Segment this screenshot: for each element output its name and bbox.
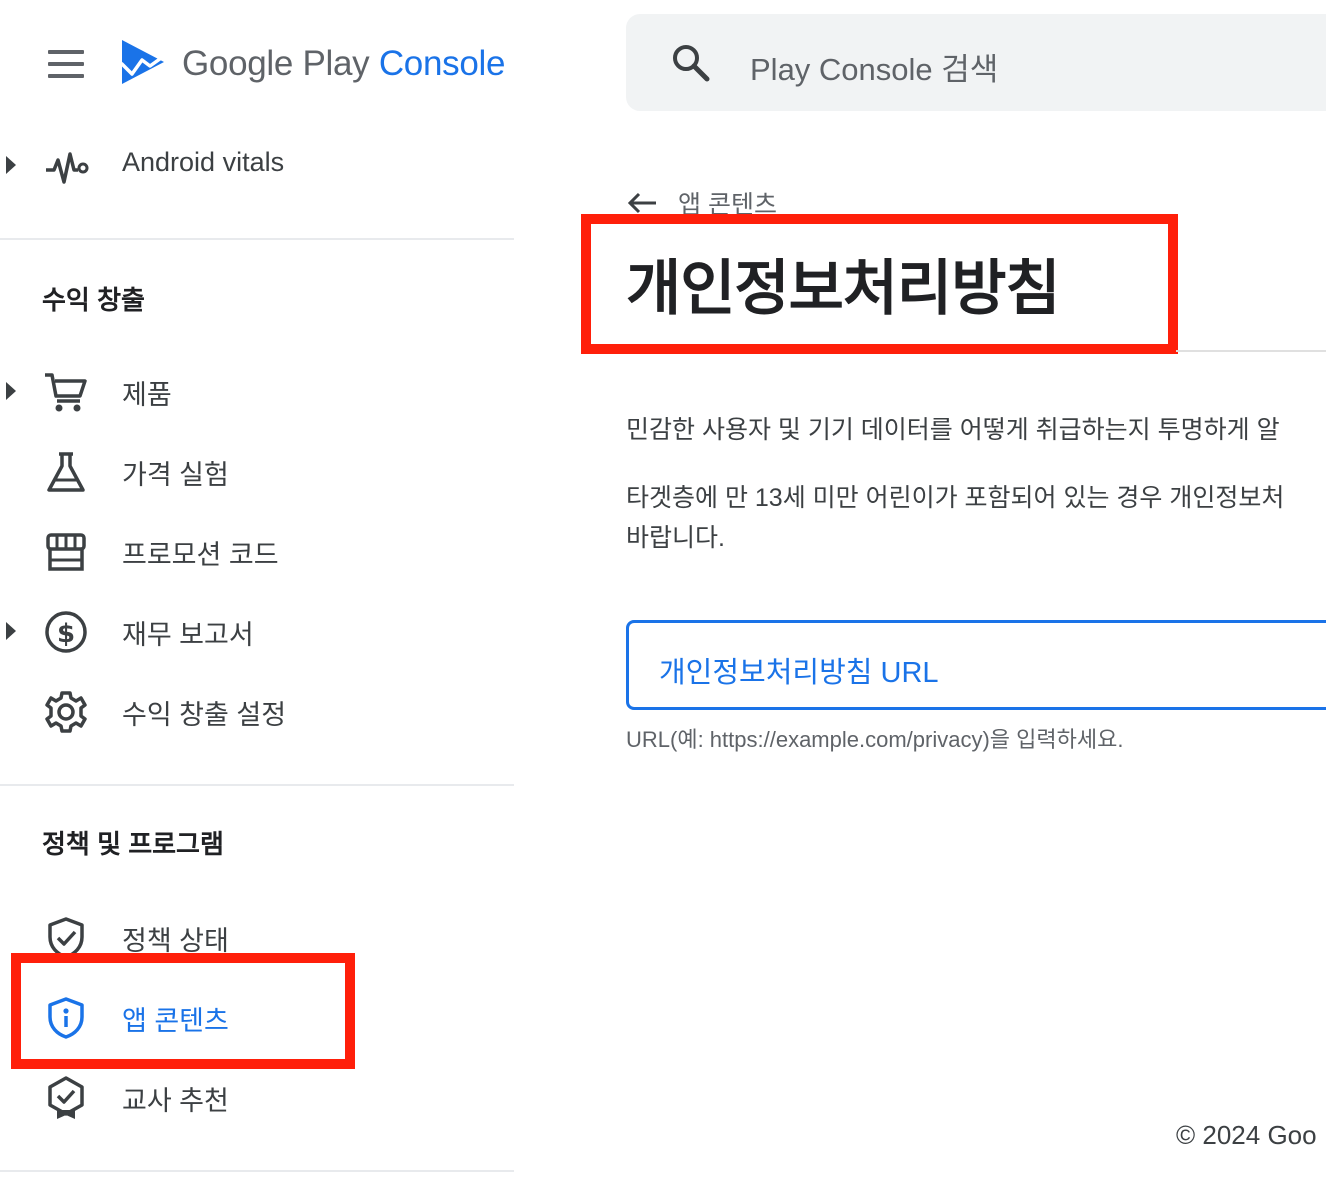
privacy-policy-url-label: 개인정보처리방침 URL [659,657,939,689]
sidebar-item-app-content[interactable]: 앱 콘텐츠 [0,984,514,1050]
children-notice-line2: 바랍니다. [626,524,725,552]
expand-caret-icon[interactable] [6,382,16,400]
sidebar-divider [0,784,514,786]
search-icon [673,45,710,82]
sidebar-item-teacher-approved[interactable]: 교사 추천 [0,1064,514,1130]
sidebar-item-label: 제품 [122,380,172,410]
main-menu-button[interactable] [36,38,96,90]
description-paragraph: 민감한 사용자 및 기기 데이터를 어떻게 취급하는지 투명하게 알 [626,416,1280,444]
app-logo-text[interactable]: Google Play Console [182,40,505,88]
play-console-logo-icon [116,36,168,88]
sidebar-divider [0,1170,514,1172]
sidebar-item-label: 가격 실험 [122,460,229,490]
sidebar-item-products[interactable]: 제품 [0,358,514,424]
gear-icon [45,691,87,733]
title-divider [1176,350,1326,352]
sidebar-item-financial-reports[interactable]: $ 재무 보고서 [0,598,514,664]
shield-check-icon [48,917,84,959]
sidebar-item-price-experiments[interactable]: 가격 실험 [0,438,514,504]
sidebar-item-monetization-settings[interactable]: 수익 창출 설정 [0,678,514,744]
sidebar-item-label: 프로모션 코드 [122,540,279,570]
logo-console: Console [378,44,506,83]
section-title-monetization: 수익 창출 [42,285,145,315]
breadcrumb-link[interactable]: 앱 콘텐츠 [678,185,777,221]
sidebar-item-label: 재무 보고서 [122,620,254,650]
sidebar-item-promo-codes[interactable]: 프로모션 코드 [0,518,514,584]
children-notice-line1: 타겟층에 만 13세 미만 어린이가 포함되어 있는 경우 개인정보처 [626,484,1285,512]
privacy-policy-url-field[interactable]: 개인정보처리방침 URL [626,620,1326,710]
award-icon [48,1076,84,1119]
copyright-footer: © 2024 Goo [1176,1120,1317,1150]
cart-icon [45,373,87,412]
sidebar-item-label: 교사 추천 [122,1086,229,1116]
search-bar[interactable]: Play Console 검색 [626,14,1326,111]
back-arrow-icon[interactable] [626,186,660,216]
page-title: 개인정보처리방침 [626,255,1061,322]
sidebar-item-label: 앱 콘텐츠 [122,1006,229,1036]
sidebar-divider [0,238,514,240]
logo-google-play: Google Play [182,44,370,83]
search-input[interactable]: Play Console 검색 [750,44,998,89]
vitals-icon [46,152,89,184]
flask-icon [47,452,85,492]
shield-info-icon [48,997,84,1039]
section-title-policy: 정책 및 프로그램 [42,829,224,859]
sidebar-item-label: 수익 창출 설정 [122,700,287,730]
url-helper-text: URL(예: https://example.com/privacy)을 입력하… [626,727,1124,752]
svg-text:$: $ [57,619,75,649]
sidebar-item-label: Android vitals [122,147,285,177]
sidebar-item-label: 정책 상태 [122,926,229,956]
expand-caret-icon[interactable] [6,622,16,640]
expand-caret-icon[interactable] [6,156,16,174]
sidebar-item-policy-status[interactable]: 정책 상태 [0,904,514,970]
storefront-icon [46,533,86,571]
sidebar-item-android-vitals[interactable]: Android vitals [0,132,514,198]
dollar-icon: $ [45,611,87,653]
